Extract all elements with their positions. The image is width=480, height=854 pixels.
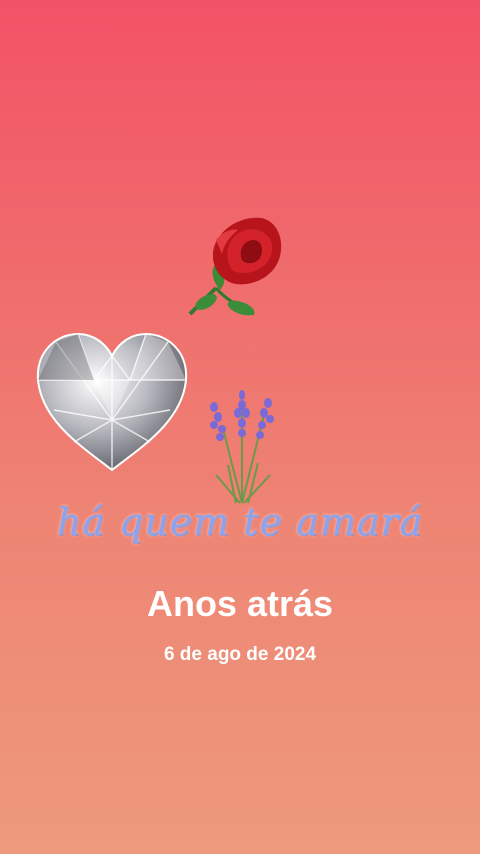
memory-title: Anos atrás bbox=[146, 583, 334, 624]
diamond-heart-sticker bbox=[36, 332, 188, 472]
rose-sticker bbox=[188, 217, 282, 316]
memory-date: 6 de ago de 2024 bbox=[163, 644, 317, 665]
lavender-sticker bbox=[210, 390, 274, 504]
memory-caption-script: há quem te amará bbox=[56, 500, 424, 544]
